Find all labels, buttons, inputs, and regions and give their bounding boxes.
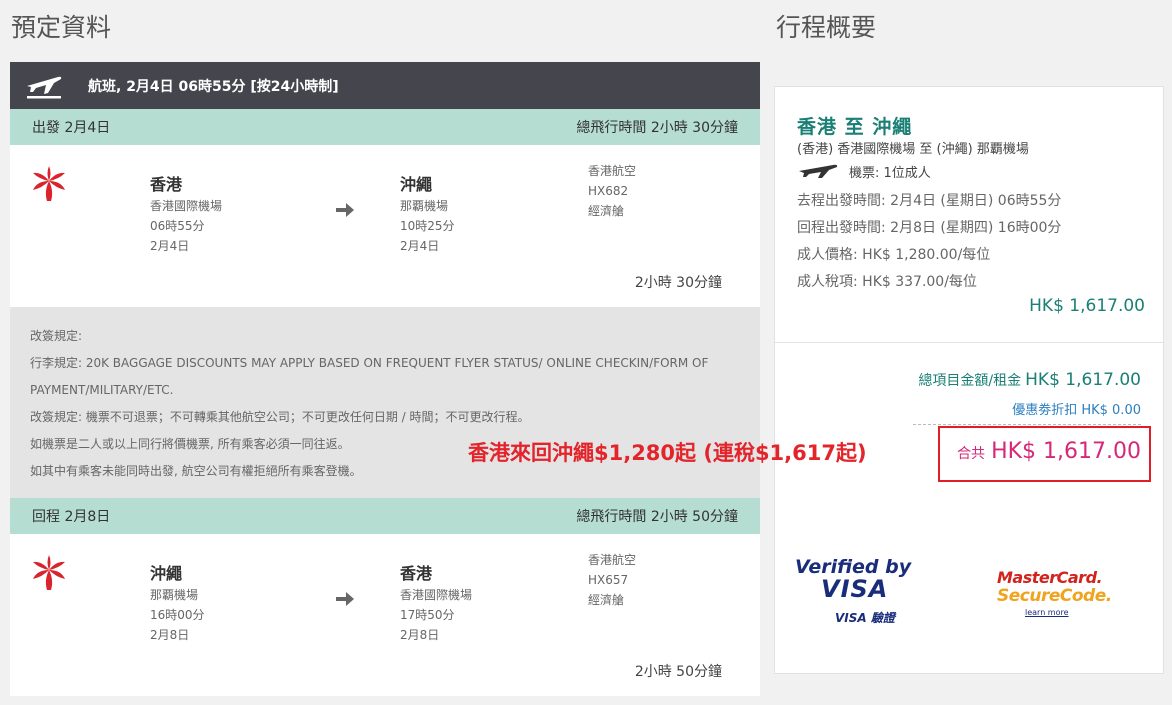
destination-city: 沖繩 — [400, 175, 433, 194]
route-detail: (香港) 香港國際機場 至 (沖繩) 那覇機場 — [797, 142, 1029, 157]
origin-time: 06時55分 — [150, 219, 205, 233]
origin-city: 香港 — [150, 175, 183, 194]
summary-title: 行程概要 — [776, 13, 877, 42]
origin-time: 16時00分 — [150, 608, 205, 622]
route-title: 香港 至 沖繩 — [797, 116, 913, 138]
dashed-divider — [913, 424, 1141, 425]
adult-price-line: 成人價格: HK$ 1,280.00/每位 — [797, 247, 991, 263]
total-amount: HK$ 1,617.00 — [1025, 370, 1141, 390]
hong-kong-airlines-logo — [33, 555, 65, 590]
outbound-destination: 沖繩 那覇機場 10時25分 2月4日 — [400, 175, 455, 256]
rule-line: 改簽規定: — [30, 329, 83, 343]
outbound-segment: 香港 香港國際機場 06時55分 2月4日 沖繩 那覇機場 10時25分 2月4… — [10, 145, 760, 307]
outbound-origin: 香港 香港國際機場 06時55分 2月4日 — [150, 175, 222, 256]
return-airline-info: 香港航空 HX657 經濟艙 — [588, 550, 636, 610]
origin-date: 2月4日 — [150, 239, 190, 253]
mastercard-line-2: SecureCode. — [997, 586, 1112, 606]
outbound-total-time: 總飛行時間 2小時 30分鐘 — [576, 120, 738, 136]
fare-rules: 改簽規定: 行李規定: 20K BAGGAGE DISCOUNTS MAY AP… — [10, 307, 760, 498]
return-date: 回程 2月8日 — [32, 509, 111, 525]
booking-title: 預定資料 — [11, 13, 112, 42]
coupon-discount: 優惠劵折扣 HK$ 0.00 — [1012, 403, 1141, 418]
outbound-date: 出發 2月4日 — [32, 120, 111, 136]
depart-time-line: 去程出發時間: 2月4日 (星期日) 06時55分 — [797, 193, 1062, 209]
adult-tax-line: 成人稅項: HK$ 337.00/每位 — [797, 274, 977, 290]
mastercard-line-1: MasterCard. — [997, 568, 1103, 587]
flight-bar-label: 航班, 2月4日 06時55分 [按24小時制] — [88, 78, 339, 95]
flight-bar: 航班, 2月4日 06時55分 [按24小時制] — [10, 62, 760, 109]
learn-more-link[interactable]: learn more — [1025, 608, 1107, 617]
mastercard-securecode-badge: MasterCard. SecureCode. learn more — [997, 568, 1112, 618]
divider — [775, 342, 1163, 343]
destination-time: 17時50分 — [400, 608, 455, 622]
arrow-right-icon — [336, 203, 354, 217]
total-label: 總項目金額/租金 — [918, 373, 1022, 389]
booking-panel: 航班, 2月4日 06時55分 [按24小時制] 出發 2月4日 總飛行時間 2… — [10, 62, 760, 696]
visa-line-3: VISA 驗證 — [835, 611, 895, 625]
origin-city: 沖繩 — [150, 564, 183, 583]
cabin-class: 經濟艙 — [588, 593, 625, 607]
destination-city: 香港 — [400, 564, 433, 583]
destination-airport: 香港國際機場 — [400, 588, 473, 602]
origin-date: 2月8日 — [150, 628, 190, 642]
airline-name: 香港航空 — [588, 164, 637, 178]
highlight-box — [938, 426, 1151, 482]
plane-icon — [799, 164, 838, 178]
return-duration: 2小時 50分鐘 — [634, 664, 722, 680]
rule-line: PAYMENT/MILITARY/ETC. — [30, 383, 174, 397]
ticket-count: 機票: 1位成人 — [849, 165, 931, 181]
destination-time: 10時25分 — [400, 219, 455, 233]
origin-airport: 那覇機場 — [150, 588, 199, 602]
return-origin: 沖繩 那覇機場 16時00分 2月8日 — [150, 564, 205, 645]
rule-line: 行李規定: 20K BAGGAGE DISCOUNTS MAY APPLY BA… — [30, 356, 709, 370]
return-segment: 沖繩 那覇機場 16時00分 2月8日 香港 香港國際機場 17時50分 2月8… — [10, 534, 760, 696]
rule-line: 改簽規定: 機票不可退票；不可轉乘其他航空公司；不可更改任何日期 / 時間；不可… — [30, 410, 530, 424]
outbound-duration: 2小時 30分鐘 — [634, 275, 722, 291]
arrow-right-icon — [336, 592, 354, 606]
ticket-row: 機票: 1位成人 — [797, 161, 931, 181]
return-header: 回程 2月8日 總飛行時間 2小時 50分鐘 — [10, 498, 760, 534]
origin-airport: 香港國際機場 — [150, 199, 223, 213]
trip-summary-panel: 香港 至 沖繩 (香港) 香港國際機場 至 (沖繩) 那覇機場 機票: 1位成人… — [774, 86, 1164, 674]
visa-line-1: Verified by — [795, 556, 912, 578]
outbound-airline-info: 香港航空 HX682 經濟艙 — [588, 161, 636, 221]
subtotal-price: HK$ 1,617.00 — [1029, 296, 1145, 316]
return-total-time: 總飛行時間 2小時 50分鐘 — [576, 509, 738, 525]
outbound-header: 出發 2月4日 總飛行時間 2小時 30分鐘 — [10, 109, 760, 145]
cabin-class: 經濟艙 — [588, 204, 625, 218]
hong-kong-airlines-logo — [33, 166, 65, 201]
plane-icon — [27, 76, 62, 98]
promo-caption: 香港來回沖繩$1,280起 (連稅$1,617起) — [468, 441, 867, 465]
flight-number: HX682 — [588, 184, 629, 198]
total-line: 總項目金額/租金 HK$ 1,617.00 — [918, 370, 1141, 390]
destination-airport: 那覇機場 — [400, 199, 449, 213]
visa-line-2: VISA — [821, 575, 889, 603]
airline-name: 香港航空 — [588, 553, 637, 567]
destination-date: 2月8日 — [400, 628, 440, 642]
verified-by-visa-badge: Verified by VISA VISA 驗證 — [795, 556, 912, 635]
destination-date: 2月4日 — [400, 239, 440, 253]
flight-number: HX657 — [588, 573, 629, 587]
return-destination: 香港 香港國際機場 17時50分 2月8日 — [400, 564, 472, 645]
return-time-line: 回程出發時間: 2月8日 (星期四) 16時00分 — [797, 220, 1062, 236]
